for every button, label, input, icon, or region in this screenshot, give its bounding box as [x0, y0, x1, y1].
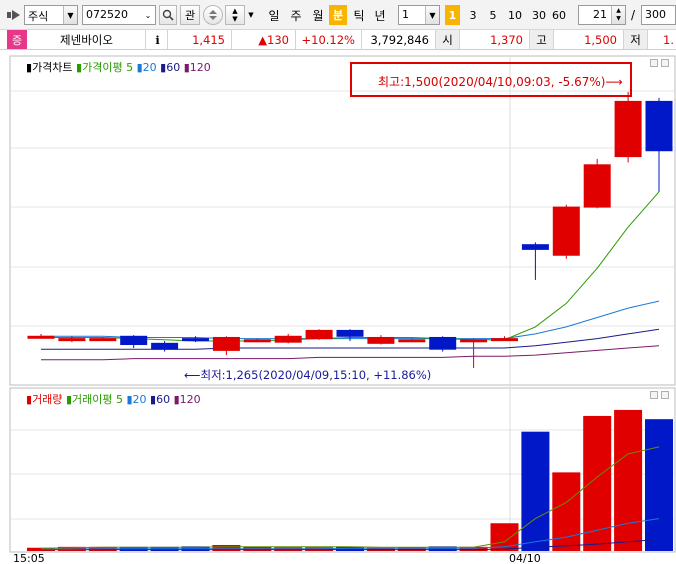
volume-bar — [336, 546, 364, 551]
high-price-annotation: 최고:1,500(2020/04/10,09:03, -5.67%)⟶ — [350, 62, 632, 97]
price-ma-120: 120 — [189, 61, 211, 74]
volume-ma-120: 120 — [179, 393, 201, 406]
candle-body — [552, 206, 580, 256]
price-legend-title: 가격차트 — [32, 61, 73, 74]
candle-body — [336, 329, 364, 337]
candle-body — [429, 336, 457, 350]
pane-close-icon[interactable] — [661, 391, 669, 399]
low-price-annotation: ⟵최저:1,265(2020/04/09,15:10, +11.86%) — [184, 368, 432, 382]
candle-body — [583, 164, 611, 208]
price-ma-60: 60 — [166, 61, 181, 74]
candle-body — [398, 339, 426, 343]
x-axis-label-time: 15:05 — [13, 552, 45, 564]
volume-bar — [614, 409, 643, 551]
candle-body — [521, 244, 549, 250]
price-legend: ▮가격차트 ▮가격이평 5 ▮20 ▮60 ▮120 — [26, 59, 211, 75]
candle-body — [274, 335, 302, 343]
candle-body — [243, 339, 271, 343]
volume-ma-20: 20 — [132, 393, 147, 406]
candle-body — [305, 329, 333, 340]
candle-body — [120, 335, 148, 346]
volume-legend: ▮거래량 ▮거래이평 5 ▮20 ▮60 ▮120 — [26, 391, 201, 407]
price-ma-20: 20 — [142, 61, 157, 74]
candle-body — [645, 100, 673, 152]
volume-ma-label: 거래이평 — [72, 393, 113, 406]
pane-minimize-icon[interactable] — [650, 59, 658, 67]
candle-body — [27, 335, 55, 339]
volume-bar — [583, 415, 612, 551]
candle-body — [614, 100, 642, 158]
candle-body — [89, 338, 117, 342]
volume-ma-60: 60 — [156, 393, 171, 406]
price-ma-label: 가격이평 — [82, 61, 123, 74]
pane-close-icon[interactable] — [661, 59, 669, 67]
volume-bar — [552, 472, 581, 551]
candle-body — [182, 338, 209, 342]
price-ma-5: 5 — [126, 61, 134, 74]
volume-legend-title: 거래량 — [32, 393, 63, 406]
candle-body — [460, 339, 488, 343]
pane-minimize-icon[interactable] — [650, 391, 658, 399]
volume-bar — [521, 431, 550, 551]
candle-body — [367, 336, 395, 344]
candle-body — [491, 338, 518, 342]
candle-body — [58, 338, 86, 342]
volume-bar — [645, 419, 673, 551]
candle-body — [151, 342, 179, 350]
candle-body — [212, 336, 240, 351]
volume-ma-5: 5 — [115, 393, 123, 406]
x-axis-label-date: 04/10 — [509, 552, 541, 564]
